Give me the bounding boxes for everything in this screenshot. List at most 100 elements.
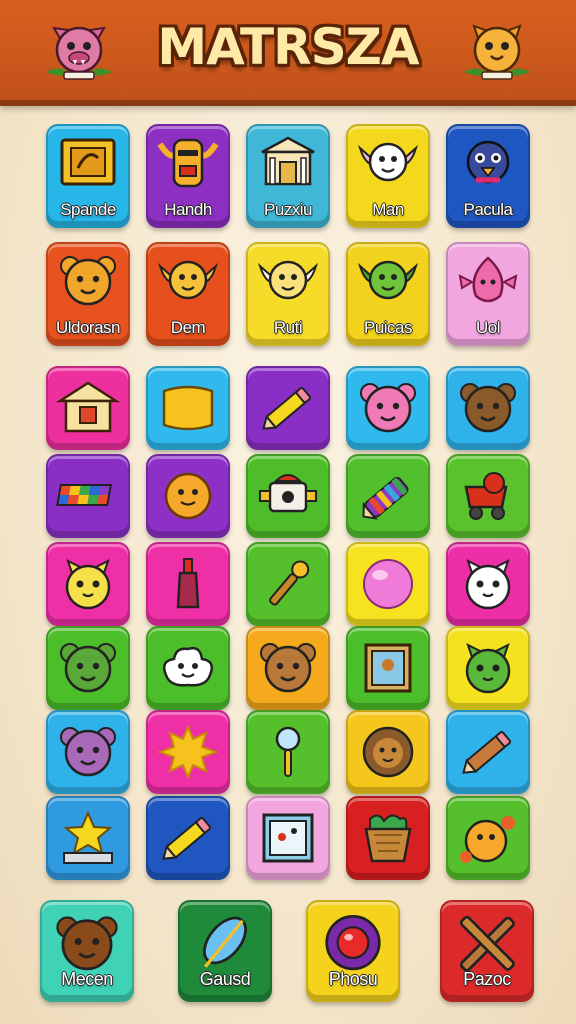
menu-button-label: Mecen bbox=[61, 969, 113, 989]
red-button-icon bbox=[318, 912, 388, 971]
menu-button-label: Phosu bbox=[328, 969, 378, 989]
level-tile[interactable]: Pacula bbox=[446, 124, 530, 228]
crossed-swords-icon bbox=[452, 912, 522, 972]
pencil-icon bbox=[156, 809, 220, 867]
level-tile[interactable] bbox=[146, 796, 230, 880]
level-tile[interactable] bbox=[46, 796, 130, 880]
level-tile[interactable] bbox=[346, 366, 430, 450]
color-blocks-icon bbox=[56, 467, 120, 525]
level-tile[interactable] bbox=[246, 796, 330, 880]
yellow-cat-icon bbox=[56, 555, 120, 613]
menu-button-pazoc[interactable]: Pazoc bbox=[440, 900, 534, 1002]
tiki-mask-icon bbox=[156, 134, 220, 192]
pink-creature-icon bbox=[456, 252, 520, 310]
blue-bird-icon bbox=[456, 134, 520, 192]
tile-label: Ruti bbox=[273, 318, 303, 337]
sun-icon bbox=[156, 723, 220, 781]
tile-label: Man bbox=[372, 200, 404, 219]
red-cart-icon bbox=[456, 467, 520, 525]
level-tile[interactable] bbox=[446, 796, 530, 880]
portrait-icon bbox=[356, 639, 420, 697]
tile-label: Dem bbox=[170, 318, 206, 337]
level-tile[interactable] bbox=[246, 366, 330, 450]
level-tile[interactable] bbox=[346, 542, 430, 626]
level-tile[interactable]: Uol bbox=[446, 242, 530, 346]
level-tile[interactable] bbox=[46, 542, 130, 626]
tile-label: Uldorasn bbox=[55, 318, 121, 337]
level-tile[interactable]: Puicas bbox=[346, 242, 430, 346]
winged-mask-icon bbox=[156, 252, 220, 310]
pink-bear-icon bbox=[356, 379, 420, 437]
level-tile[interactable] bbox=[246, 542, 330, 626]
level-tile[interactable] bbox=[146, 542, 230, 626]
level-tile[interactable] bbox=[446, 542, 530, 626]
level-tile[interactable] bbox=[346, 710, 430, 794]
level-tile[interactable] bbox=[446, 626, 530, 710]
level-tile[interactable]: Puzxiu bbox=[246, 124, 330, 228]
tile-label: Handh bbox=[164, 200, 212, 219]
pink-ball-icon bbox=[356, 555, 420, 613]
orange-cookie-icon bbox=[156, 467, 220, 525]
feather-leaf-icon bbox=[190, 912, 260, 970]
striped-crayon-icon bbox=[356, 467, 420, 525]
bottle-icon bbox=[156, 555, 220, 613]
pencil-icon bbox=[256, 379, 320, 437]
menu-button-phosu[interactable]: Phosu bbox=[306, 900, 400, 1002]
brown-bear-icon bbox=[456, 379, 520, 437]
lion-icon bbox=[56, 252, 120, 310]
level-tile[interactable] bbox=[346, 454, 430, 538]
menu-button-gausd[interactable]: Gausd bbox=[178, 900, 272, 1002]
level-tile[interactable]: Ruti bbox=[246, 242, 330, 346]
robot-head-icon bbox=[256, 467, 320, 525]
microphone-icon bbox=[256, 555, 320, 613]
tile-label: Spande bbox=[60, 200, 116, 219]
shrine-icon bbox=[55, 379, 121, 437]
temple-icon bbox=[256, 134, 320, 192]
level-tile[interactable] bbox=[146, 710, 230, 794]
winged-ghost-icon bbox=[356, 134, 420, 192]
level-tile[interactable] bbox=[46, 626, 130, 710]
menu-button-label: Pazoc bbox=[463, 969, 511, 989]
level-tile[interactable] bbox=[46, 710, 130, 794]
level-tile[interactable]: Handh bbox=[146, 124, 230, 228]
level-tile[interactable] bbox=[146, 454, 230, 538]
level-tile[interactable] bbox=[146, 366, 230, 450]
tile-label: Puicas bbox=[363, 318, 413, 337]
golden-frame-icon bbox=[56, 134, 120, 192]
purple-bear-icon bbox=[56, 723, 120, 781]
level-tile[interactable] bbox=[246, 710, 330, 794]
level-tile[interactable] bbox=[246, 626, 330, 710]
level-tile[interactable] bbox=[46, 454, 130, 538]
level-tile[interactable] bbox=[346, 796, 430, 880]
menu-button-mecen[interactable]: Mecen bbox=[40, 900, 134, 1002]
level-tile[interactable] bbox=[346, 626, 430, 710]
level-tile[interactable] bbox=[46, 366, 130, 450]
green-cat-icon bbox=[456, 639, 520, 697]
star-trophy-icon bbox=[56, 809, 120, 867]
menu-button-label: Gausd bbox=[199, 969, 251, 989]
level-tile[interactable] bbox=[446, 366, 530, 450]
cloud-face-icon bbox=[156, 639, 220, 697]
green-bear-icon bbox=[56, 639, 120, 697]
magnifier-icon bbox=[256, 723, 320, 781]
header-bar: MATRSZA bbox=[0, 0, 576, 106]
level-tile[interactable] bbox=[446, 454, 530, 538]
level-tile[interactable] bbox=[146, 626, 230, 710]
yellow-cushion-icon bbox=[156, 379, 220, 437]
level-tile[interactable]: Uldorasn bbox=[46, 242, 130, 346]
bear-icon bbox=[52, 912, 122, 971]
white-cat-icon bbox=[456, 555, 520, 613]
orange-cat-icon bbox=[464, 24, 530, 80]
picture-frame-icon bbox=[256, 809, 320, 867]
angel-face-icon bbox=[256, 252, 320, 310]
level-tile[interactable]: Dem bbox=[146, 242, 230, 346]
level-tile[interactable]: Spande bbox=[46, 124, 130, 228]
level-tile[interactable] bbox=[446, 710, 530, 794]
tile-label: Pacula bbox=[463, 200, 513, 219]
level-tile[interactable]: Man bbox=[346, 124, 430, 228]
teddy-bear-icon bbox=[256, 639, 320, 697]
lion-face-icon bbox=[356, 723, 420, 781]
tile-label: Uol bbox=[475, 318, 501, 337]
level-tile[interactable] bbox=[246, 454, 330, 538]
green-goblin-icon bbox=[356, 252, 420, 310]
